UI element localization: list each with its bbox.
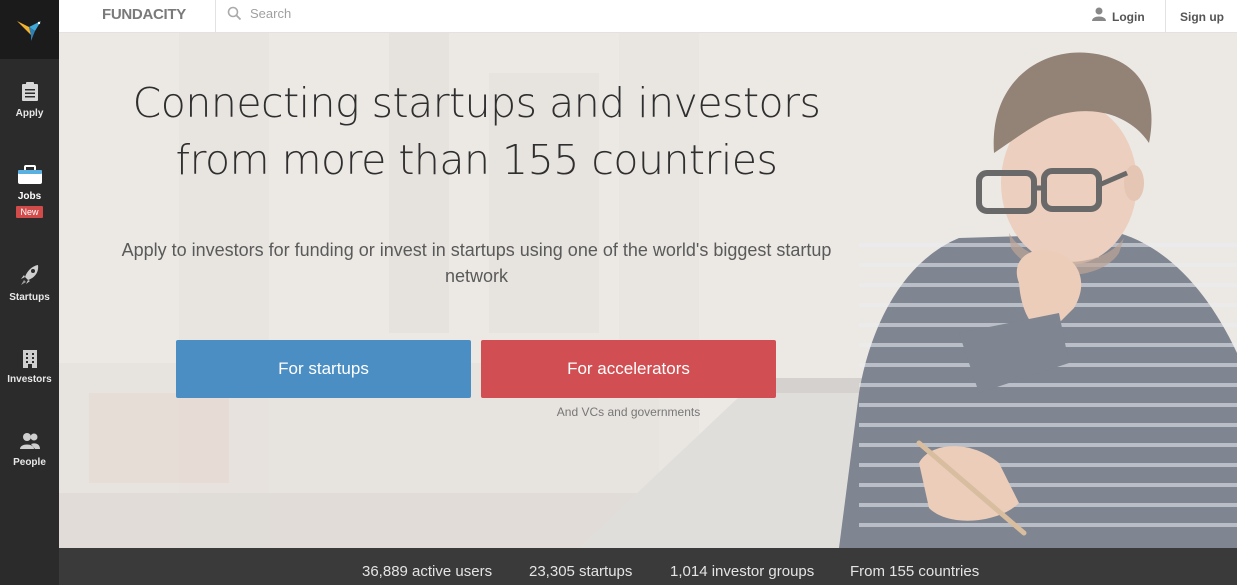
logo[interactable] bbox=[0, 0, 59, 59]
building-icon bbox=[22, 350, 37, 368]
stat-active-users: 36,889 active users bbox=[362, 563, 493, 580]
rocket-icon bbox=[20, 265, 38, 285]
signup-label: Sign up bbox=[1180, 9, 1224, 24]
sidebar-item-jobs[interactable]: Jobs New bbox=[0, 165, 59, 220]
search-input[interactable] bbox=[250, 6, 450, 21]
sidebar-item-label: Investors bbox=[7, 374, 52, 385]
stat-startups: 23,305 startups bbox=[529, 563, 633, 580]
for-startups-button[interactable]: For startups bbox=[176, 340, 471, 398]
signup-button[interactable]: Sign up bbox=[1180, 0, 1224, 33]
search-icon bbox=[227, 6, 242, 21]
sidebar-item-startups[interactable]: Startups bbox=[0, 264, 59, 303]
sidebar: Apply Jobs New Startups Investors People bbox=[0, 0, 59, 585]
briefcase-icon bbox=[17, 165, 42, 184]
search-box[interactable] bbox=[227, 6, 450, 21]
login-label: Login bbox=[1112, 9, 1145, 24]
bird-logo-icon bbox=[16, 20, 41, 41]
sidebar-item-apply[interactable]: Apply bbox=[0, 82, 59, 119]
people-icon bbox=[19, 433, 40, 449]
stat-investor-groups: 1,014 investor groups bbox=[670, 563, 815, 580]
stats-bar: 36,889 active users 23,305 startups 1,01… bbox=[59, 548, 1237, 585]
login-button[interactable]: Login bbox=[1092, 0, 1145, 33]
hero-title: Connecting startups and investors from m… bbox=[59, 75, 894, 189]
sidebar-item-label: Jobs bbox=[17, 191, 42, 202]
stat-countries: From 155 countries bbox=[850, 563, 980, 580]
clipboard-icon bbox=[21, 82, 38, 101]
sidebar-item-investors[interactable]: Investors bbox=[0, 348, 59, 385]
user-icon bbox=[1092, 7, 1106, 21]
divider bbox=[1165, 0, 1166, 33]
hero-title-line-1: Connecting startups and investors bbox=[132, 79, 821, 127]
sidebar-item-label: People bbox=[13, 457, 46, 468]
sidebar-item-label: Startups bbox=[9, 292, 50, 303]
for-accelerators-button[interactable]: For accelerators bbox=[481, 340, 776, 398]
hero-subtitle: Apply to investors for funding or invest… bbox=[121, 240, 832, 286]
hero-title-line-2: from more than 155 countries bbox=[175, 136, 778, 184]
sidebar-item-people[interactable]: People bbox=[0, 431, 59, 468]
sidebar-item-label: Apply bbox=[15, 108, 44, 119]
top-bar: FUNDACITY Login Sign up bbox=[59, 0, 1237, 33]
new-badge: New bbox=[16, 206, 43, 218]
hero-section: Connecting startups and investors from m… bbox=[59, 33, 1237, 548]
brand-logo[interactable]: FUNDACITY bbox=[59, 0, 216, 33]
accelerators-note: And VCs and governments bbox=[556, 405, 701, 419]
